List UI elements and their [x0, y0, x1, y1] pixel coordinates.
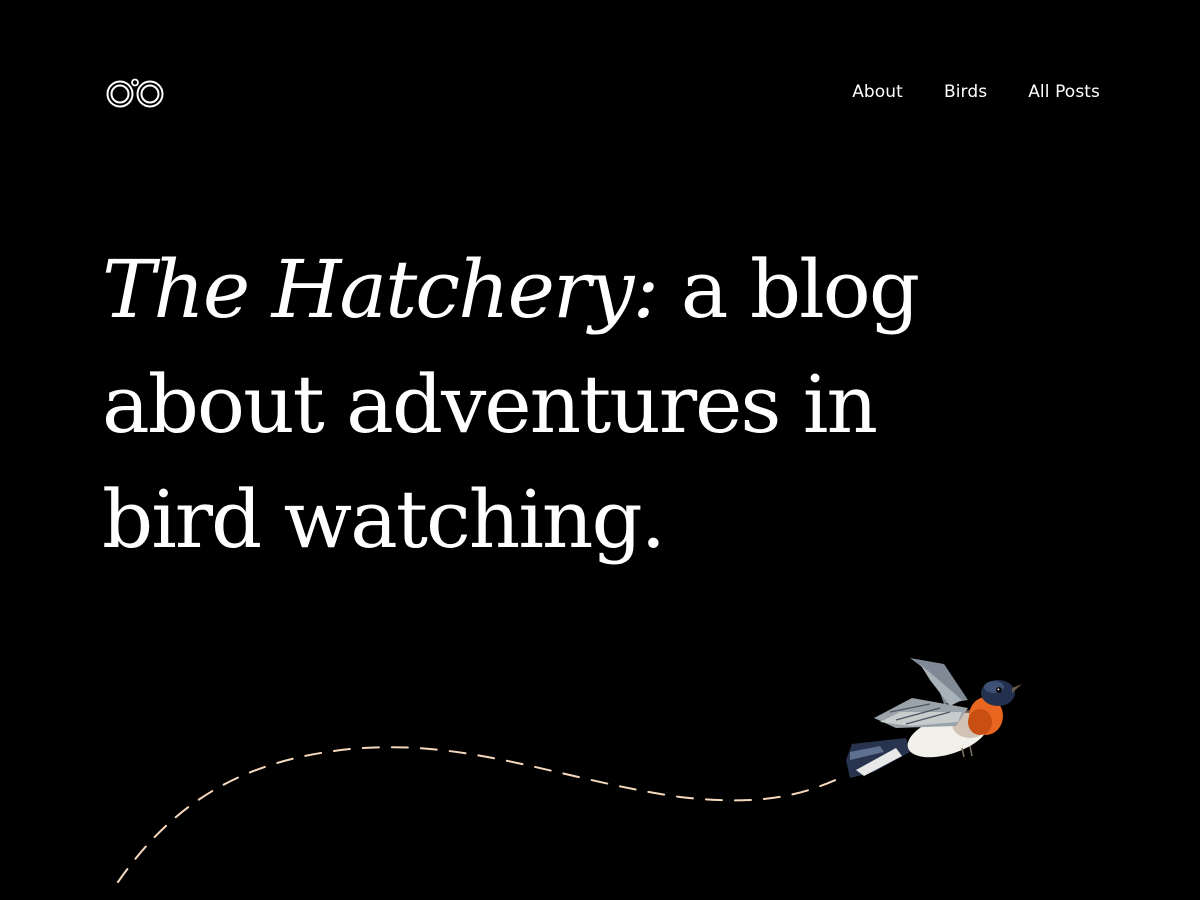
nav-link-all-posts[interactable]: All Posts	[1028, 82, 1100, 102]
hero-title: The Hatchery: a blog about adventures in…	[102, 232, 1002, 577]
dashed-flight-path	[117, 746, 841, 883]
site-logo-link[interactable]	[104, 74, 166, 110]
main-nav: About Birds All Posts	[852, 82, 1100, 102]
site-header: About Birds All Posts	[104, 72, 1100, 112]
bird-illustration	[846, 658, 1022, 778]
flight-illustration	[117, 658, 1022, 883]
hero-title-italic: The Hatchery:	[102, 243, 659, 336]
nav-link-birds[interactable]: Birds	[944, 82, 987, 102]
binoculars-icon	[106, 78, 164, 108]
page: About Birds All Posts The Hatchery: a bl…	[0, 0, 1200, 900]
nav-link-about[interactable]: About	[852, 82, 903, 102]
